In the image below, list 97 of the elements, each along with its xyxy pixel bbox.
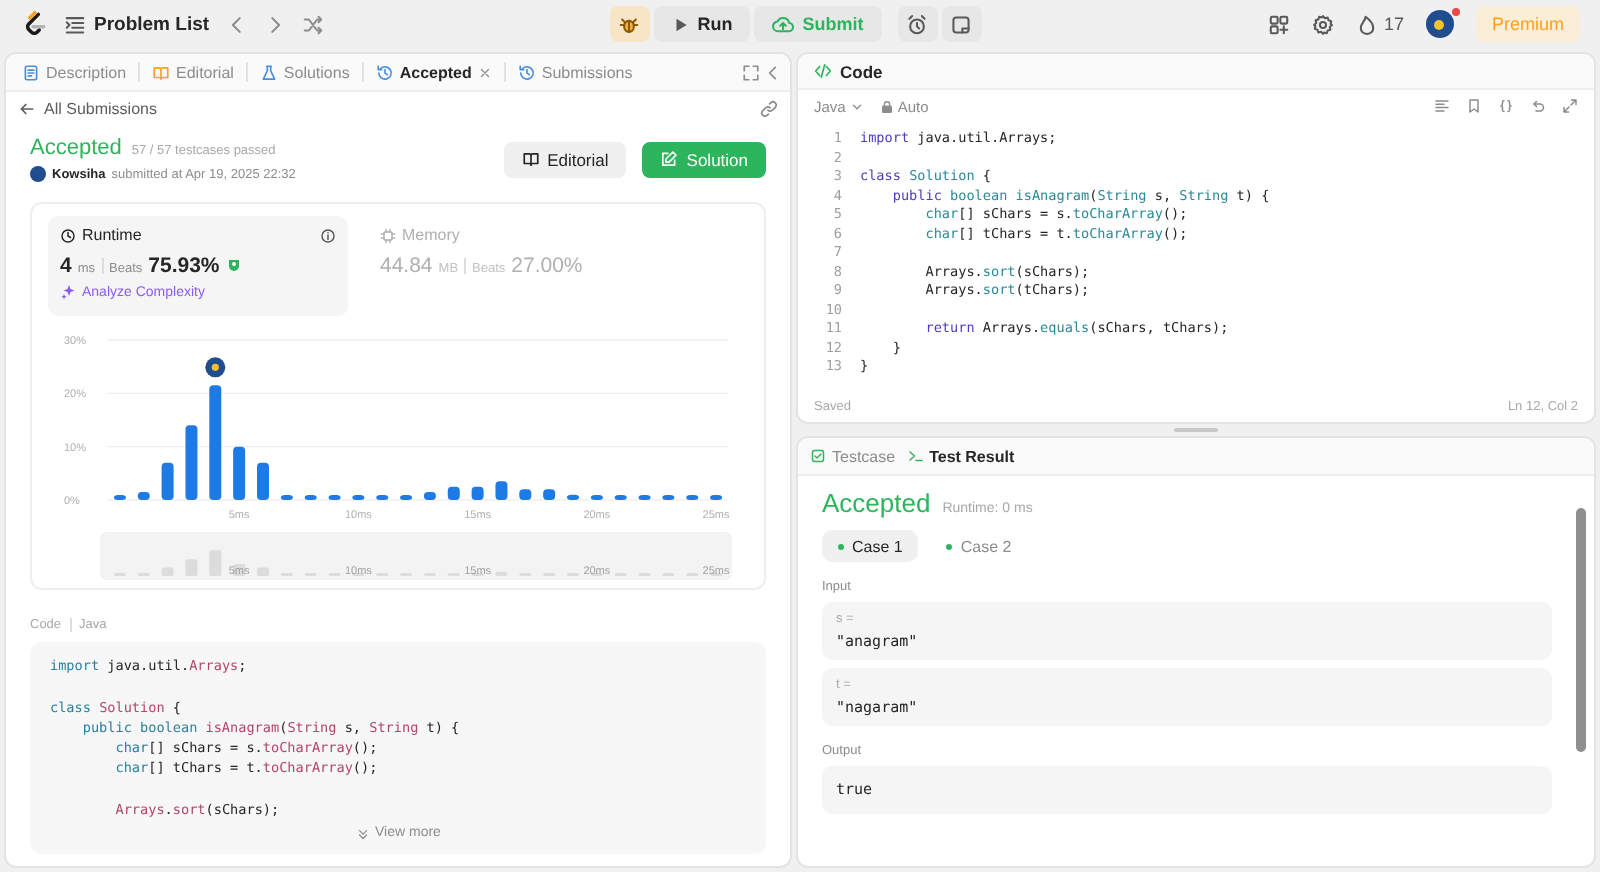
tab[interactable]: Solutions xyxy=(251,59,358,85)
chart-bar xyxy=(423,492,436,500)
arrow-left-icon[interactable] xyxy=(18,99,36,117)
logo-icon[interactable] xyxy=(20,10,48,38)
tab[interactable]: Editorial xyxy=(144,59,242,85)
chart-bar xyxy=(233,446,246,500)
close-icon[interactable] xyxy=(477,65,492,79)
solution-button[interactable]: Solution xyxy=(642,141,766,177)
cloud-upload-icon xyxy=(772,13,795,35)
chart-bar xyxy=(328,495,341,500)
editorial-button[interactable]: Editorial xyxy=(503,141,627,177)
tab[interactable]: Testcase xyxy=(810,447,896,465)
tab[interactable]: Submissions xyxy=(509,59,641,85)
link-icon[interactable] xyxy=(760,99,778,117)
clock-icon xyxy=(60,227,76,243)
chart-bar xyxy=(137,492,150,500)
book-icon xyxy=(521,150,540,168)
maximize-icon[interactable] xyxy=(1562,98,1578,114)
chart-bar xyxy=(304,495,317,500)
chart-bar xyxy=(185,425,198,500)
avatar xyxy=(30,166,46,182)
streak-count: 17 xyxy=(1383,14,1404,34)
chart-bar xyxy=(686,495,699,500)
metric-title: Runtime xyxy=(82,226,142,244)
info-icon[interactable] xyxy=(320,227,336,243)
submit-button[interactable]: Submit xyxy=(754,6,882,42)
alarm-clock-icon xyxy=(906,13,929,35)
chart-bar xyxy=(257,462,269,500)
note-icon xyxy=(950,13,973,35)
play-icon xyxy=(671,15,690,33)
chart-bar xyxy=(447,486,460,500)
user-marker xyxy=(205,357,226,378)
chip-icon xyxy=(380,227,396,243)
debug-button[interactable] xyxy=(609,6,650,42)
chart-bar xyxy=(567,494,579,500)
metric-value: 44.84 xyxy=(380,254,433,278)
bookmark-icon[interactable] xyxy=(1466,98,1482,114)
chart-bar xyxy=(614,495,627,500)
shuffle-icon[interactable] xyxy=(301,13,324,35)
case-tab[interactable]: Case 1 xyxy=(822,530,919,562)
metric-value: 4 xyxy=(60,254,72,278)
collapse-icon[interactable] xyxy=(764,63,782,81)
checkbox-icon xyxy=(810,448,826,464)
chart-bar xyxy=(352,495,365,500)
chart-bar xyxy=(710,495,723,500)
double-chevron-icon xyxy=(355,828,370,843)
code-icon xyxy=(814,62,832,80)
chevron-down-icon xyxy=(849,99,864,113)
sparkle-icon xyxy=(60,284,76,300)
back-link[interactable]: All Submissions xyxy=(44,99,157,117)
chart-bar xyxy=(280,495,293,500)
flask-icon xyxy=(259,63,278,81)
run-button[interactable]: Run xyxy=(653,6,751,42)
case-tab[interactable]: Case 2 xyxy=(930,530,1028,562)
chart-bar xyxy=(495,481,508,500)
tab[interactable]: Test Result xyxy=(907,447,1015,465)
chart-bar xyxy=(519,489,532,500)
chart-bar xyxy=(543,489,556,500)
bug-icon xyxy=(618,13,641,35)
chart-bar xyxy=(376,495,389,500)
history-icon xyxy=(517,63,536,81)
problem-list-button[interactable]: Problem List xyxy=(64,13,210,35)
edit-icon xyxy=(660,150,679,168)
format-icon[interactable] xyxy=(1434,98,1450,114)
status-text: Accepted xyxy=(822,488,931,518)
chart-bar xyxy=(471,486,484,500)
panel-title: Code xyxy=(840,61,883,81)
timer-button[interactable] xyxy=(897,6,938,42)
resize-handle[interactable] xyxy=(1174,428,1218,432)
undo-icon[interactable] xyxy=(1530,98,1546,114)
chart-bar xyxy=(590,495,603,500)
avatar[interactable] xyxy=(1425,10,1454,38)
notification-dot xyxy=(1451,8,1460,16)
chart-bar xyxy=(113,495,126,500)
chart-bar xyxy=(638,495,651,500)
history-icon xyxy=(375,63,394,81)
book-icon xyxy=(152,63,171,81)
lock-icon xyxy=(879,99,894,113)
chart-bar xyxy=(400,495,413,500)
list-icon xyxy=(64,13,86,35)
beats-value: 75.93% xyxy=(148,254,220,278)
status-text: Accepted xyxy=(30,136,122,160)
beats-value: 27.00% xyxy=(511,254,583,278)
braces-icon[interactable] xyxy=(1498,98,1514,114)
layout-icon[interactable] xyxy=(1267,13,1290,35)
chart-bar xyxy=(161,462,174,500)
tab[interactable]: Description xyxy=(14,59,135,85)
expand-icon[interactable] xyxy=(742,63,760,81)
document-icon xyxy=(22,63,40,81)
metric-title: Memory xyxy=(402,226,460,244)
chart-bar xyxy=(662,495,675,500)
notes-button[interactable] xyxy=(941,6,982,42)
settings-icon[interactable] xyxy=(1311,13,1334,35)
premium-button[interactable]: Premium xyxy=(1475,6,1580,42)
tab[interactable]: Accepted xyxy=(367,59,500,85)
terminal-icon xyxy=(907,448,924,464)
chart-bar xyxy=(209,385,222,500)
